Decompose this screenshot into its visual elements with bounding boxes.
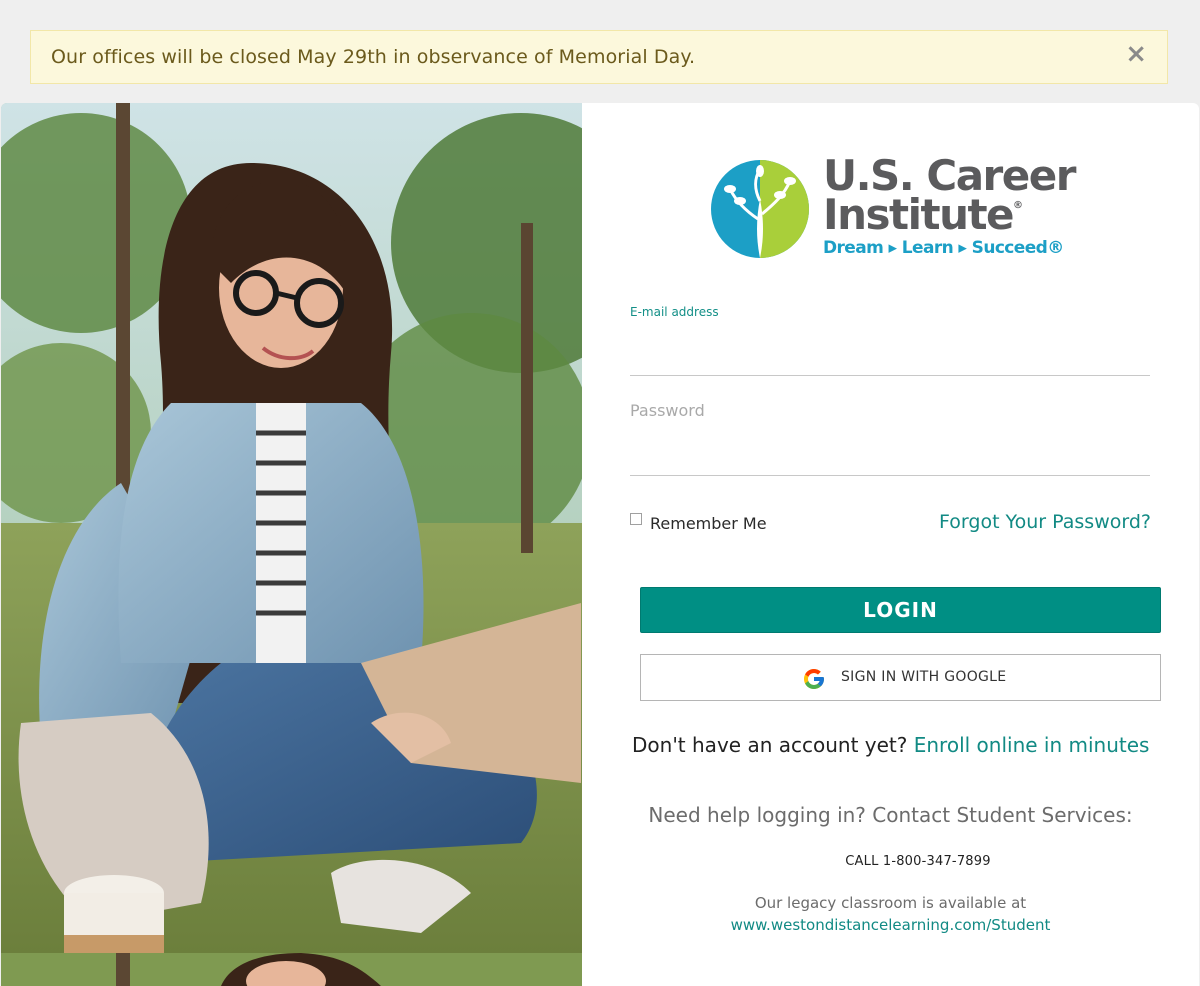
enroll-prompt: Don't have an account yet? Enroll online…	[632, 733, 1149, 757]
enroll-link[interactable]: Enroll online in minutes	[914, 733, 1150, 757]
legacy-classroom-text: Our legacy classroom is available at	[754, 894, 1027, 912]
login-card: U.S. Career Institute® Dream ▸ Learn ▸ S…	[1, 103, 1199, 986]
email-label: E-mail address	[630, 305, 719, 319]
logo-registered-mark: ®	[1013, 200, 1024, 211]
announcement-alert: Our offices will be closed May 29th in o…	[30, 30, 1168, 84]
remember-me-checkbox[interactable]	[630, 513, 642, 525]
close-icon[interactable]: ×	[1125, 41, 1147, 67]
password-underline	[630, 475, 1150, 476]
alert-message: Our offices will be closed May 29th in o…	[51, 46, 696, 68]
tree-logo-icon	[711, 160, 809, 258]
logo-line2-text: Institute	[823, 190, 1015, 239]
student-photo	[1, 103, 582, 953]
google-signin-button[interactable]: SIGN IN WITH GOOGLE	[640, 654, 1161, 701]
phone-number: CALL 1-800-347-7899	[845, 854, 991, 869]
student-photo-repeat	[1, 953, 582, 986]
email-underline	[630, 375, 1150, 376]
logo-line2: Institute®	[823, 190, 1023, 239]
email-field[interactable]	[630, 341, 1154, 375]
password-label: Password	[630, 401, 705, 420]
uscareer-logo: U.S. Career Institute® Dream ▸ Learn ▸ S…	[710, 151, 1080, 265]
password-field[interactable]	[630, 441, 1154, 475]
remember-me-label[interactable]: Remember Me	[650, 514, 767, 533]
help-text: Need help logging in? Contact Student Se…	[648, 803, 1133, 827]
login-form: U.S. Career Institute® Dream ▸ Learn ▸ S…	[582, 103, 1199, 986]
no-account-text: Don't have an account yet?	[632, 733, 908, 757]
google-icon	[804, 669, 824, 689]
forgot-password-link[interactable]: Forgot Your Password?	[939, 511, 1151, 533]
login-button[interactable]: LOGIN	[640, 587, 1161, 633]
student-photo-illustration	[1, 103, 582, 953]
logo-tagline: Dream ▸ Learn ▸ Succeed®	[823, 238, 1064, 258]
google-signin-label: SIGN IN WITH GOOGLE	[841, 669, 1007, 685]
photo-repeat-illustration	[1, 953, 582, 986]
legacy-classroom-link[interactable]: www.westondistancelearning.com/Student	[582, 916, 1199, 934]
